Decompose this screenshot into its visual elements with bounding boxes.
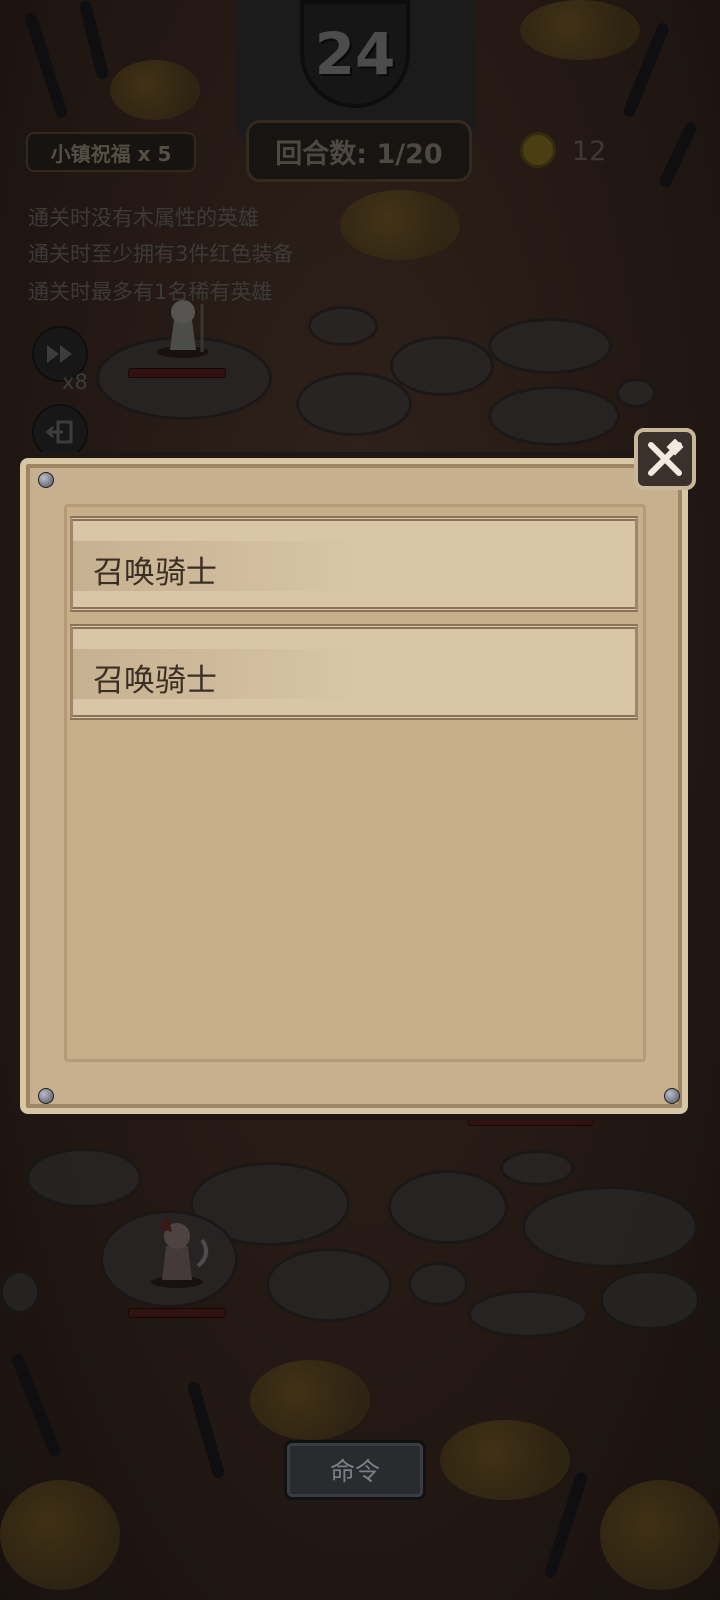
log-entry-text: 召唤骑士	[93, 663, 217, 699]
close-panel-button[interactable]	[634, 428, 696, 490]
bolt-icon	[664, 1088, 680, 1104]
crossed-swords-icon	[648, 439, 684, 476]
log-entry[interactable]: 召唤骑士	[70, 624, 638, 720]
bolt-icon	[38, 1088, 54, 1104]
log-entry-text: 召唤骑士	[93, 555, 217, 591]
command-button[interactable]: 命令	[284, 1440, 426, 1500]
log-entry[interactable]: 召唤骑士	[70, 516, 638, 612]
bolt-icon	[38, 472, 54, 488]
